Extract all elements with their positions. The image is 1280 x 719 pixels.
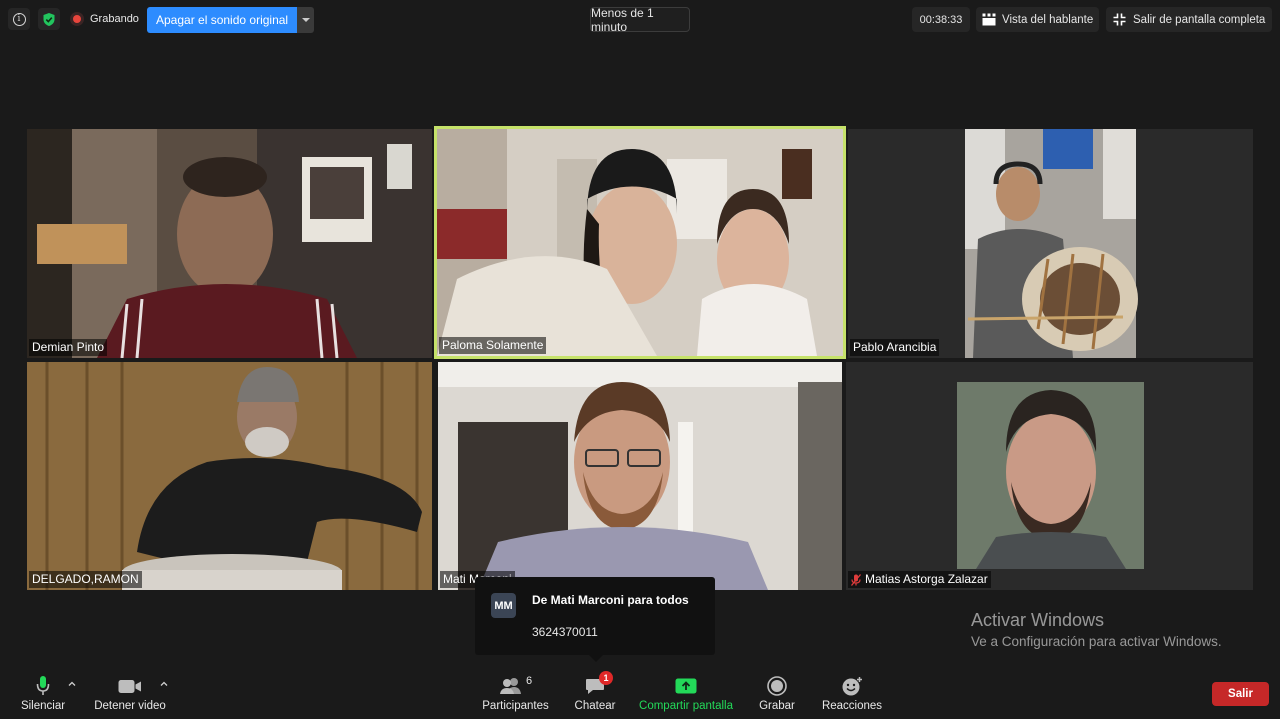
video-camera-icon	[118, 679, 141, 693]
video-tile[interactable]: Matias Astorga Zalazar	[846, 362, 1253, 590]
chat-sender: De Mati Marconi para todos	[532, 593, 689, 607]
recording-icon	[70, 12, 84, 26]
speaker-view-button[interactable]: Vista del hablante	[976, 7, 1099, 32]
exit-fullscreen-button[interactable]: Salir de pantalla completa	[1106, 7, 1272, 32]
participant-name: Demian Pinto	[29, 339, 108, 356]
video-tile[interactable]: Demian Pinto	[27, 129, 432, 358]
share-screen-icon	[675, 678, 697, 694]
record-label: Grabar	[759, 700, 795, 712]
smiley-icon	[842, 677, 862, 696]
chat-button[interactable]: 1 Chatear	[574, 671, 616, 712]
reactions-label: Reacciones	[821, 700, 883, 712]
chat-notification[interactable]: MM De Mati Marconi para todos 3624370011	[475, 577, 715, 662]
timer-display: Menos de 1 minuto	[590, 6, 690, 34]
recording-indicator[interactable]: Grabando	[70, 11, 139, 27]
participant-video	[846, 362, 1253, 590]
video-tile-active[interactable]: Paloma Solamente	[434, 126, 846, 359]
share-screen-button[interactable]: Compartir pantalla	[639, 672, 733, 712]
activation-watermark-subtitle: Ve a Configuración para activar Windows.	[971, 634, 1222, 649]
microphone-icon	[36, 676, 50, 695]
chat-label: Chatear	[574, 700, 616, 712]
recording-label: Grabando	[90, 13, 139, 25]
participant-video	[848, 129, 1253, 358]
original-sound-control: Apagar el sonido original	[147, 7, 315, 33]
original-sound-button[interactable]: Apagar el sonido original	[147, 7, 298, 33]
stop-video-label: Detener video	[94, 700, 166, 712]
original-sound-dropdown[interactable]	[297, 7, 315, 33]
participant-video	[27, 129, 432, 358]
mute-label: Silenciar	[20, 700, 66, 712]
chevron-down-icon	[301, 18, 310, 22]
video-tile[interactable]: DELGADO,RAMON	[27, 362, 432, 590]
shield-icon	[43, 12, 55, 26]
stop-video-button[interactable]: Detener video	[94, 672, 166, 712]
exit-fullscreen-icon	[1113, 13, 1126, 26]
chat-badge: 1	[599, 671, 613, 685]
speaker-view-icon	[982, 13, 996, 26]
participant-video	[438, 362, 842, 590]
reactions-button[interactable]: Reacciones	[821, 672, 883, 712]
participants-count: 6	[525, 675, 533, 687]
participant-video	[27, 362, 432, 590]
mic-muted-icon	[851, 573, 861, 586]
bottom-toolbar: Silenciar Detener video 6 Participantes	[0, 664, 1280, 719]
exit-fullscreen-label: Salir de pantalla completa	[1133, 13, 1266, 26]
participant-name: Paloma Solamente	[439, 337, 547, 354]
chevron-up-icon[interactable]	[160, 680, 168, 688]
participants-button[interactable]: 6 Participantes	[482, 672, 549, 712]
participant-name-muted: Matias Astorga Zalazar	[848, 571, 991, 588]
participant-video	[437, 129, 843, 356]
chevron-up-icon[interactable]	[68, 680, 76, 688]
participants-icon	[499, 678, 521, 694]
security-button[interactable]	[38, 8, 60, 30]
record-button[interactable]: Grabar	[759, 672, 795, 712]
participant-name: DELGADO,RAMON	[29, 571, 142, 588]
mute-button[interactable]: Silenciar	[20, 672, 66, 712]
video-tile[interactable]: Pablo Arancibia	[848, 129, 1253, 358]
speaker-view-label: Vista del hablante	[1002, 13, 1094, 26]
leave-button[interactable]: Salir	[1212, 682, 1269, 706]
info-icon: i	[12, 12, 26, 26]
record-icon	[767, 676, 787, 696]
avatar: MM	[491, 593, 516, 618]
share-screen-label: Compartir pantalla	[639, 700, 733, 712]
meeting-info-button[interactable]: i	[8, 8, 30, 30]
participant-name: Matias Astorga Zalazar	[865, 572, 988, 586]
participant-name: Pablo Arancibia	[850, 339, 940, 356]
top-bar: i Grabando Apagar el sonido original Men…	[0, 0, 1280, 40]
activation-watermark-title: Activar Windows	[971, 610, 1105, 630]
chat-message: 3624370011	[532, 625, 598, 639]
video-tile[interactable]: Mati Marconi	[438, 362, 842, 590]
elapsed-time: 00:38:33	[912, 7, 970, 32]
participants-label: Participantes	[482, 700, 549, 712]
